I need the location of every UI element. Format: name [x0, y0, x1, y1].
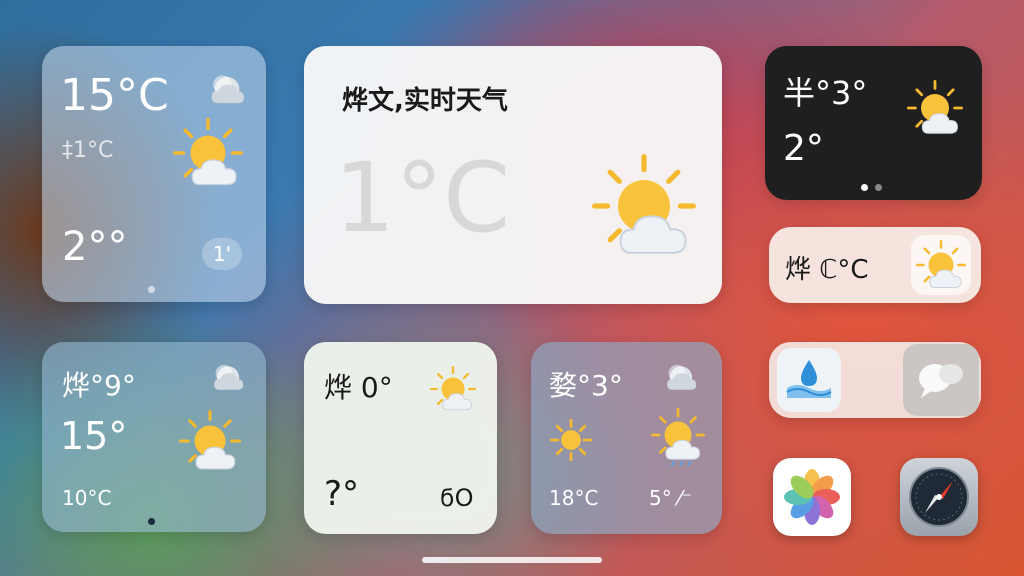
widget-title: 半°3°	[783, 74, 868, 112]
home-indicator[interactable]	[422, 557, 602, 563]
low-temperature: 2°°	[62, 224, 128, 270]
rain-cloud-icon	[651, 408, 705, 466]
sun-cloud-icon	[588, 154, 700, 258]
sun-cloud-icon	[429, 366, 477, 411]
low-temperature: 18°C	[549, 486, 599, 510]
water-drop-icon	[786, 360, 832, 398]
current-temperature: 2°	[783, 128, 824, 169]
weather-widget-small-4[interactable]: 婺°3° 18°C 5° ⁄⁻	[531, 342, 722, 534]
widget-label: 烨 ℂ°C	[785, 255, 869, 285]
icon-tile	[911, 235, 971, 295]
sun-cloud-icon	[173, 118, 243, 187]
sun-cloud-icon	[907, 80, 963, 135]
weather-widget-dark[interactable]: 半°3° 2°	[765, 46, 982, 200]
moon-cloud-icon	[667, 364, 697, 390]
current-temperature: 15°C	[60, 70, 169, 121]
badge-value: 1'	[202, 238, 242, 270]
current-temperature: ?°	[324, 474, 360, 514]
current-temperature: 1°C	[334, 142, 511, 254]
messages-app-tile[interactable]	[903, 344, 979, 416]
page-indicator	[875, 184, 882, 191]
weather-widget-compact[interactable]: 烨 ℂ°C	[769, 227, 981, 303]
low-temperature: 10°C	[62, 486, 112, 510]
current-temperature: 15°	[60, 414, 128, 458]
weather-widget-large[interactable]: 烨文,实时天气 1°C	[304, 46, 722, 304]
widget-title: 婺°3°	[549, 369, 623, 402]
weather-widget-small-2[interactable]: 烨°9° 15° 10°C	[42, 342, 266, 532]
photos-app-icon[interactable]	[773, 458, 851, 536]
widget-title: 烨°9°	[62, 369, 136, 402]
side-value: 5° ⁄⁻	[649, 486, 692, 510]
app-shortcut-widget[interactable]	[769, 342, 981, 418]
weather-widget-small-1[interactable]: 15°C ‡1°C 2°° 1'	[42, 46, 266, 302]
compass-app-icon[interactable]	[900, 458, 978, 536]
chat-bubbles-icon	[919, 364, 963, 398]
moon-cloud-icon	[211, 75, 244, 104]
moon-cloud-icon	[214, 364, 244, 390]
page-indicator-active	[861, 184, 868, 191]
sun-icon	[549, 418, 593, 462]
sun-cloud-icon	[916, 240, 966, 289]
water-app-tile[interactable]	[777, 348, 841, 412]
page-indicator	[148, 518, 155, 525]
side-value: ϭO	[440, 484, 474, 512]
widget-title: 烨文,实时天气	[342, 86, 508, 116]
feels-like-temperature: ‡1°C	[62, 138, 114, 163]
widget-title: 烨 0°	[324, 371, 393, 404]
weather-widget-small-3[interactable]: 烨 0° ?° ϭO	[304, 342, 497, 534]
page-indicator	[148, 286, 155, 293]
sun-cloud-icon	[179, 410, 241, 471]
